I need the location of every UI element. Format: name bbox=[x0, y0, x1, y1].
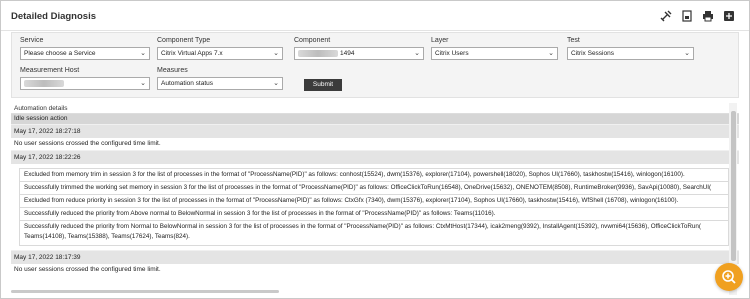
measurement-host-select[interactable]: ⌄ bbox=[20, 77, 150, 90]
toolbar bbox=[660, 10, 735, 22]
detailed-diagnosis-panel: Detailed Diagnosis Service Please choose… bbox=[0, 0, 750, 299]
measures-value: Automation status bbox=[161, 80, 214, 87]
chevron-down-icon: ⌄ bbox=[273, 50, 279, 57]
add-icon[interactable] bbox=[715, 263, 743, 291]
entry-list: Excluded from memory trim in session 3 f… bbox=[19, 168, 729, 246]
page-title: Detailed Diagnosis bbox=[11, 11, 96, 22]
measurement-host-filter: Measurement Host ⌄ bbox=[20, 67, 150, 90]
chevron-down-icon: ⌄ bbox=[140, 50, 146, 57]
layer-select[interactable]: Citrix Users ⌄ bbox=[431, 47, 558, 60]
service-filter: Service Please choose a Service ⌄ bbox=[20, 37, 150, 60]
submit-button[interactable]: Submit bbox=[304, 79, 342, 91]
section-title: Idle session action bbox=[11, 114, 739, 124]
chevron-down-icon: ⌄ bbox=[414, 50, 420, 57]
panel-header: Detailed Diagnosis bbox=[1, 1, 749, 31]
component-filter: Component 1494 ⌄ bbox=[294, 37, 424, 60]
vertical-scrollbar-thumb[interactable] bbox=[731, 111, 736, 261]
redacted-text bbox=[24, 79, 64, 87]
layer-value: Citrix Users bbox=[435, 50, 469, 57]
service-label: Service bbox=[20, 37, 44, 44]
test-label: Test bbox=[567, 37, 580, 44]
component-type-filter: Component Type Citrix Virtual Apps 7.x ⌄ bbox=[157, 37, 283, 60]
list-item: Successfully trimmed the working set mem… bbox=[20, 182, 728, 195]
automation-details-label: Automation details bbox=[11, 103, 739, 114]
component-select[interactable]: 1494 ⌄ bbox=[294, 47, 424, 60]
filter-panel: Service Please choose a Service ⌄ Compon… bbox=[11, 32, 739, 98]
service-value: Please choose a Service bbox=[24, 50, 96, 57]
result-message: No user sessions crossed the configured … bbox=[14, 140, 161, 147]
component-type-select[interactable]: Citrix Virtual Apps 7.x ⌄ bbox=[157, 47, 283, 60]
chevron-down-icon: ⌄ bbox=[684, 50, 690, 57]
tools-icon[interactable] bbox=[660, 10, 672, 22]
list-item: Excluded from memory trim in session 3 f… bbox=[20, 169, 728, 182]
service-select[interactable]: Please choose a Service ⌄ bbox=[20, 47, 150, 60]
measures-filter: Measures Automation status ⌄ bbox=[157, 67, 283, 90]
measurement-host-label: Measurement Host bbox=[20, 67, 80, 74]
timestamp-row: May 17, 2022 18:22:26 bbox=[11, 150, 739, 164]
test-value: Citrix Sessions bbox=[571, 50, 614, 57]
list-item: Excluded from reduce priority in session… bbox=[20, 195, 728, 208]
test-select[interactable]: Citrix Sessions ⌄ bbox=[567, 47, 694, 60]
component-label: Component bbox=[294, 37, 331, 44]
redacted-text bbox=[298, 49, 338, 57]
chevron-down-icon: ⌄ bbox=[140, 80, 146, 87]
measures-label: Measures bbox=[157, 67, 188, 74]
result-message: No user sessions crossed the configured … bbox=[14, 266, 161, 273]
list-item: Successfully reduced the priority from A… bbox=[20, 208, 728, 221]
timestamp-row: May 17, 2022 18:17:39 bbox=[11, 250, 739, 264]
export-icon[interactable] bbox=[681, 10, 693, 22]
results-panel: Automation details Idle session action M… bbox=[11, 103, 739, 295]
component-type-value: Citrix Virtual Apps 7.x bbox=[161, 50, 223, 57]
measures-select[interactable]: Automation status ⌄ bbox=[157, 77, 283, 90]
print-icon[interactable] bbox=[702, 10, 714, 22]
chevron-down-icon: ⌄ bbox=[548, 50, 554, 57]
layer-filter: Layer Citrix Users ⌄ bbox=[431, 37, 558, 60]
horizontal-scrollbar[interactable] bbox=[11, 290, 279, 293]
test-filter: Test Citrix Sessions ⌄ bbox=[567, 37, 694, 60]
timestamp-row: May 17, 2022 18:27:18 bbox=[11, 124, 739, 138]
component-value: 1494 bbox=[340, 50, 355, 57]
export-pdf-icon[interactable] bbox=[723, 10, 735, 22]
list-item: Successfully reduced the priority from N… bbox=[24, 223, 701, 240]
layer-label: Layer bbox=[431, 37, 449, 44]
component-type-label: Component Type bbox=[157, 37, 211, 44]
chevron-down-icon: ⌄ bbox=[273, 80, 279, 87]
